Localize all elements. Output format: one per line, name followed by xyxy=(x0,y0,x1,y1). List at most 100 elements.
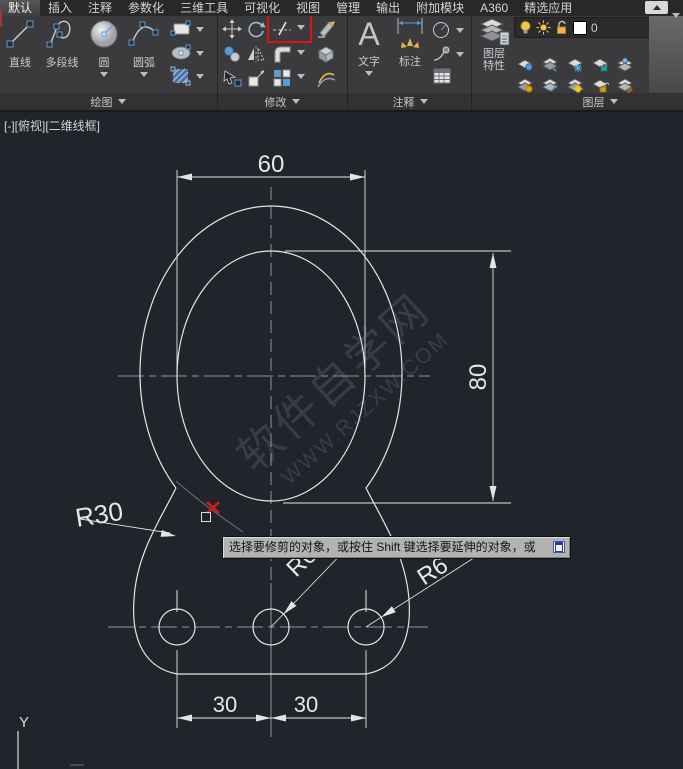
dimension-icon xyxy=(394,16,426,50)
hatch-button[interactable] xyxy=(170,66,204,86)
text-button[interactable]: A 文字 xyxy=(352,16,386,76)
table-icon xyxy=(432,67,452,85)
rotate-icon xyxy=(246,19,266,39)
bulb-icon xyxy=(519,20,532,35)
pickbox xyxy=(202,513,211,522)
tab-addins[interactable]: 附加模块 xyxy=(408,0,472,16)
line-button[interactable]: 直线 xyxy=(2,17,38,70)
sun-icon xyxy=(536,20,551,35)
trim-pick-cursor xyxy=(202,502,220,522)
tab-annotate[interactable]: 注释 xyxy=(80,0,120,16)
layer-on-icon[interactable] xyxy=(516,78,534,94)
tab-featured-apps[interactable]: 精选应用 xyxy=(516,0,580,16)
fillet-dropdown-icon[interactable] xyxy=(297,50,305,55)
ellipse-button[interactable] xyxy=(170,44,204,62)
tab-a360[interactable]: A360 xyxy=(472,0,516,16)
layer-isolate-icon[interactable] xyxy=(516,57,534,73)
layer-match-icon[interactable] xyxy=(616,78,634,94)
hatch-icon xyxy=(170,66,192,86)
tab-parametric[interactable]: 参数化 xyxy=(120,0,172,16)
chevron-down-icon[interactable] xyxy=(196,27,204,32)
layer-make-current-icon[interactable] xyxy=(616,57,634,73)
tab-manage[interactable]: 管理 xyxy=(328,0,368,16)
layer-lock-icon[interactable] xyxy=(591,57,609,73)
leader-button[interactable] xyxy=(432,45,464,63)
watermark: 软件自学网 WWW.RJZXW.COM xyxy=(229,284,458,501)
layer-properties-label-1: 图层 xyxy=(483,48,505,60)
panel-draw-label[interactable]: 绘图 xyxy=(60,93,156,110)
ribbon-minimize-icon xyxy=(653,5,661,10)
tab-insert[interactable]: 插入 xyxy=(40,0,80,16)
chevron-down-icon xyxy=(610,99,618,104)
mirror-button[interactable] xyxy=(245,43,267,65)
panel-annotate-label[interactable]: 注释 xyxy=(362,93,458,110)
polyline-button[interactable]: 多段线 xyxy=(38,17,86,70)
centermark-icon xyxy=(432,21,452,39)
ribbon-overflow-area xyxy=(649,16,683,93)
layer-tools-row-2 xyxy=(516,78,634,94)
panel-label-strip: 绘图 修改 注释 图层 xyxy=(0,93,683,112)
chevron-down-icon[interactable] xyxy=(456,52,464,57)
text-icon: A xyxy=(354,16,384,50)
chevron-down-icon[interactable] xyxy=(456,28,464,33)
line-icon xyxy=(4,17,36,51)
model-space-canvas[interactable]: [-][俯视][二维线框] 软件自学网 WWW.RJZXW.COM xyxy=(0,110,683,769)
ribbon-options-caret[interactable] xyxy=(672,5,680,23)
layer-off-icon[interactable] xyxy=(541,57,559,73)
panel-layers-label[interactable]: 图层 xyxy=(552,93,648,110)
tab-view[interactable]: 视图 xyxy=(288,0,328,16)
table-button[interactable] xyxy=(432,67,452,85)
chevron-down-icon[interactable] xyxy=(196,74,204,79)
ucs-icon: Y xyxy=(18,714,84,769)
layer-walk-icon[interactable] xyxy=(541,78,559,94)
erase-button[interactable] xyxy=(315,18,337,40)
dimension-button[interactable]: 标注 xyxy=(392,16,428,69)
layer-color-swatch xyxy=(573,21,587,35)
ucs-y-label: Y xyxy=(19,714,29,731)
arc-button[interactable]: 圆弧 xyxy=(124,17,164,77)
ellipse-icon xyxy=(170,44,192,62)
rectangle-icon xyxy=(170,20,192,38)
copy-button[interactable] xyxy=(221,43,243,65)
chevron-down-icon[interactable] xyxy=(100,72,108,77)
rotate-button[interactable] xyxy=(245,18,267,40)
arc-being-trimmed[interactable] xyxy=(176,481,243,532)
current-layer-name: 0 xyxy=(591,21,598,35)
explode-button[interactable] xyxy=(315,43,337,65)
layer-properties-label-2: 特性 xyxy=(483,60,505,72)
layer-control-dropdown[interactable]: 0 xyxy=(514,17,651,38)
viewport-controls[interactable]: [-][俯视][二维线框] xyxy=(4,117,100,134)
layer-unlock-icon[interactable] xyxy=(591,78,609,94)
panel-modify-label[interactable]: 修改 xyxy=(234,93,330,110)
chevron-down-icon[interactable] xyxy=(365,71,373,76)
tab-output[interactable]: 输出 xyxy=(368,0,408,16)
tab-visualize[interactable]: 可视化 xyxy=(236,0,288,16)
move-button[interactable] xyxy=(221,18,243,40)
circle-button[interactable]: 圆 xyxy=(86,17,122,77)
tab-home[interactable]: 默认 xyxy=(0,0,40,16)
centermark-button[interactable] xyxy=(432,21,464,39)
leader-icon xyxy=(432,45,452,63)
svg-text:A: A xyxy=(358,16,380,50)
rectangle-button[interactable] xyxy=(170,20,204,38)
layer-thaw-icon[interactable] xyxy=(566,78,584,94)
tooltip-expand-icon[interactable] xyxy=(553,541,565,553)
dim-width: 60 xyxy=(258,151,285,178)
circle-icon xyxy=(88,17,120,51)
ribbon-tab-bar: 默认 插入 注释 参数化 三维工具 可视化 视图 管理 输出 附加模块 A360… xyxy=(0,0,683,16)
fillet-button[interactable] xyxy=(271,43,293,65)
ribbon-minimize-button[interactable] xyxy=(645,1,668,14)
tab-3d-tools[interactable]: 三维工具 xyxy=(172,0,236,16)
array-dropdown-icon[interactable] xyxy=(297,74,305,79)
chevron-down-icon[interactable] xyxy=(140,72,148,77)
offset-button[interactable] xyxy=(315,67,337,89)
array-button[interactable] xyxy=(271,67,293,89)
scale-button[interactable] xyxy=(245,67,267,89)
stretch-button[interactable] xyxy=(221,67,243,89)
chevron-down-icon[interactable] xyxy=(196,51,204,56)
layer-freeze-icon[interactable] xyxy=(566,57,584,73)
copy-icon xyxy=(222,44,242,64)
chevron-down-icon xyxy=(292,99,300,104)
layer-properties-button[interactable]: 图层 特性 xyxy=(476,16,512,72)
left-edge-icon-fragment xyxy=(0,10,2,27)
